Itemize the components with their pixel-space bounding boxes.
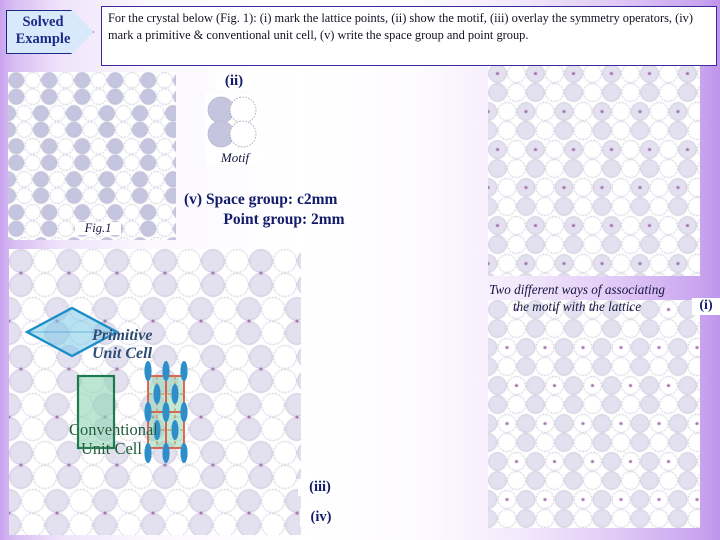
step-label-iii: (iii) <box>298 479 342 497</box>
motif-circle-bottom-right <box>229 120 257 148</box>
lattice-canvas <box>8 72 176 240</box>
point-group-line: Point group: 2mm <box>223 211 345 228</box>
banner-text: Solved Example <box>10 14 76 48</box>
figure-1-lattice-panel <box>8 72 176 240</box>
motif-panel <box>205 93 259 151</box>
slide-canvas: Solved Example For the crystal below (Fi… <box>0 0 720 540</box>
two-ways-caption: Two different ways of associating the mo… <box>468 281 686 315</box>
primitive-label-line-1: Primitive <box>92 327 153 344</box>
solved-example-banner: Solved Example <box>6 10 94 54</box>
banner-line-1: Solved <box>22 14 64 30</box>
step-label-ii: (ii) <box>216 73 252 91</box>
step-label-iv: (iv) <box>300 509 342 527</box>
space-group-answer: (v) Space group: c2mm Point group: 2mm <box>178 190 390 230</box>
motif-circle-top-right <box>229 96 257 124</box>
two-ways-line-2: the motif with the lattice <box>512 299 642 314</box>
lattice-canvas <box>488 300 700 528</box>
space-group-line: (v) Space group: c2mm <box>184 191 338 208</box>
two-ways-line-1: Two different ways of associating <box>489 282 665 297</box>
primitive-unit-cell-label: Primitive Unit Cell <box>92 327 152 363</box>
conventional-label-line-2: Unit Cell <box>81 439 142 458</box>
conventional-unit-cell-label: Conventional Unit Cell <box>69 420 158 458</box>
motif-caption: Motif <box>206 151 264 165</box>
banner-line-2: Example <box>15 31 71 47</box>
primitive-label-line-2: Unit Cell <box>92 345 153 362</box>
question-text-box: For the crystal below (Fig. 1): (i) mark… <box>101 6 717 66</box>
step-label-i: (i) <box>692 298 720 315</box>
lattice-canvas <box>488 64 700 276</box>
figure-1-caption: Fig.1 <box>75 221 121 236</box>
lattice-points-panel-top <box>488 64 700 276</box>
conventional-label-line-1: Conventional <box>69 420 158 439</box>
unit-cell-and-symmetry-overlay <box>24 306 188 463</box>
lattice-points-panel-bottom <box>488 300 700 528</box>
motif-diagram <box>207 96 257 148</box>
